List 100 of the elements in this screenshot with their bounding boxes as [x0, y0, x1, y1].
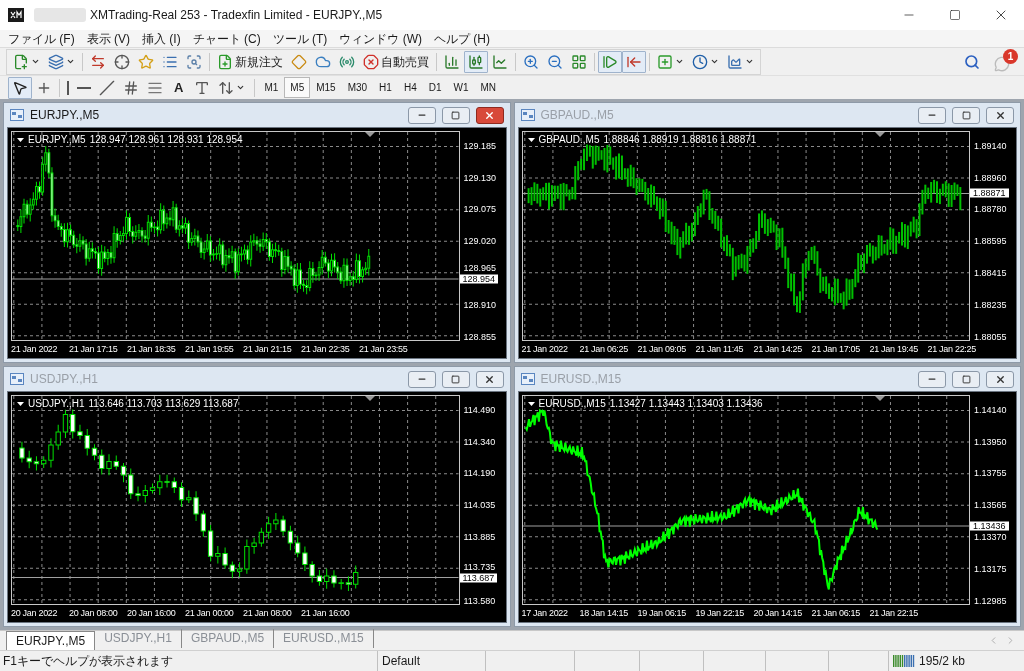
connection-bars-icon [893, 655, 915, 667]
timeframe-button[interactable]: MN [474, 77, 503, 98]
restore-button[interactable] [952, 370, 980, 388]
chart-plus-icon [13, 53, 29, 70]
toolbar-button[interactable]: 新規注文 [213, 50, 287, 73]
timeframe-button[interactable]: M5 [284, 77, 311, 98]
price-tick: 129.185 [463, 141, 497, 151]
time-tick: 21 Jan 2022 [11, 344, 58, 355]
chart-symbol: EURJPY.,M5 [28, 134, 86, 146]
menu-item[interactable]: ファイル (F) [2, 29, 81, 48]
restore-button[interactable] [952, 106, 980, 124]
chart-window-icon [10, 373, 24, 385]
zoom-in-icon [523, 53, 539, 70]
close-icon [994, 109, 1006, 121]
arrows-icon [218, 79, 235, 96]
minimize-button[interactable] [918, 106, 946, 124]
close-button[interactable] [986, 370, 1014, 388]
menu-item[interactable]: ウィンドウ (W) [333, 29, 428, 48]
dropdown-triangle-icon[interactable] [17, 402, 24, 406]
timeframe-button[interactable]: H4 [397, 77, 423, 98]
price-tick: 1.88960 [974, 173, 1007, 183]
plus-square-icon [657, 53, 673, 70]
time-tick: 20 Jan 16:00 [127, 608, 176, 619]
shift-marker-icon [364, 396, 375, 401]
price-tick: 129.075 [463, 204, 497, 214]
close-icon [484, 373, 495, 385]
current-price-label: 1.88871 [970, 188, 1009, 198]
price-tick: 1.13950 [974, 437, 1007, 447]
arrows-icon [90, 53, 106, 70]
horizontal-line-icon [77, 86, 91, 89]
candlestick-icon [468, 53, 484, 70]
time-tick: 21 Jan 19:55 [185, 344, 234, 355]
toolbar-button[interactable]: A [167, 76, 191, 99]
chart-tab[interactable]: EURJPY.,M5 [6, 631, 96, 650]
dropdown-triangle-icon[interactable] [17, 138, 24, 142]
timeframe-button[interactable]: M15 [310, 77, 342, 98]
line-chart-icon [492, 53, 508, 70]
restore-icon [451, 374, 460, 384]
menu-item[interactable]: 表示 (V) [80, 29, 136, 48]
dropdown-triangle-icon[interactable] [527, 138, 535, 142]
time-tick: 18 Jan 14:15 [579, 608, 628, 619]
chat-icon[interactable] [994, 55, 1010, 72]
time-tick: 21 Jan 16:00 [301, 608, 350, 619]
trend-line-icon [99, 79, 115, 96]
price-tick: 113.735 [463, 562, 496, 572]
minimize-button[interactable] [918, 370, 946, 388]
chart-symbol: USDJPY.,H1 [28, 398, 85, 410]
minimize-button[interactable] [407, 106, 436, 124]
time-tick: 21 Jan 22:15 [869, 608, 918, 619]
cursor-icon [12, 79, 28, 96]
price-tick: 114.035 [463, 500, 496, 510]
price-tick: 1.88055 [974, 332, 1007, 342]
timeframe-button[interactable]: W1 [447, 77, 475, 98]
time-tick: 21 Jan 17:15 [69, 344, 118, 355]
channel-icon [123, 79, 139, 96]
menu-item[interactable]: ヘルプ (H) [428, 29, 496, 48]
status-profile: Default [377, 651, 485, 671]
vertical-line-icon [67, 80, 69, 95]
timeframe-button[interactable]: D1 [422, 77, 448, 98]
timeframe-button[interactable]: H1 [373, 77, 398, 98]
chart-window-icon [520, 373, 535, 385]
menu-item[interactable]: 挿入 (I) [136, 29, 187, 48]
dropdown-triangle-icon[interactable] [527, 402, 535, 406]
price-tick: 128.855 [463, 332, 497, 342]
area-chart-icon [727, 53, 743, 70]
timeframe-button[interactable]: M1 [258, 77, 285, 98]
app-logo-icon [8, 8, 24, 22]
redacted-block [34, 8, 86, 22]
ohlc-values: 128.947 128.961 128.931 128.954 [89, 134, 243, 146]
current-price-label: 113.687 [459, 573, 498, 583]
time-tick: 21 Jan 06:15 [811, 608, 860, 619]
close-button[interactable] [986, 106, 1014, 124]
time-tick: 21 Jan 23:55 [359, 344, 408, 355]
maximize-icon [949, 9, 961, 21]
close-button[interactable] [475, 370, 504, 388]
price-tick: 1.89140 [974, 141, 1007, 151]
shift-marker-icon [364, 132, 375, 137]
menu-item[interactable]: ツール (T) [266, 29, 334, 48]
connection-status: 195/2 kb [919, 653, 966, 670]
menu-item[interactable]: チャート (C) [186, 29, 267, 48]
chart-window-title: USDJPY.,H1 [30, 371, 99, 388]
price-tick: 1.12985 [974, 596, 1007, 606]
time-tick: 21 Jan 22:25 [927, 344, 976, 355]
chart-window-icon [520, 109, 535, 121]
price-tick: 1.13175 [974, 564, 1007, 574]
time-tick: 21 Jan 21:15 [243, 344, 292, 355]
minimize-button[interactable] [407, 370, 436, 388]
time-tick: 21 Jan 14:25 [753, 344, 802, 355]
price-tick: 1.88780 [974, 204, 1007, 214]
ohlc-values: 1.13427 1.13443 1.13403 1.13436 [609, 398, 763, 410]
chart-window-title: EURJPY.,M5 [30, 107, 101, 124]
price-tick: 114.190 [463, 468, 496, 478]
restore-button[interactable] [441, 106, 470, 124]
close-button[interactable] [475, 106, 504, 124]
restore-button[interactable] [441, 370, 470, 388]
search-icon[interactable] [964, 53, 980, 70]
timeframe-button[interactable]: M30 [341, 77, 374, 98]
toolbar-button[interactable] [8, 76, 32, 99]
toolbar-button[interactable]: 自動売買 [359, 50, 433, 73]
bar-chart-icon [444, 53, 460, 70]
